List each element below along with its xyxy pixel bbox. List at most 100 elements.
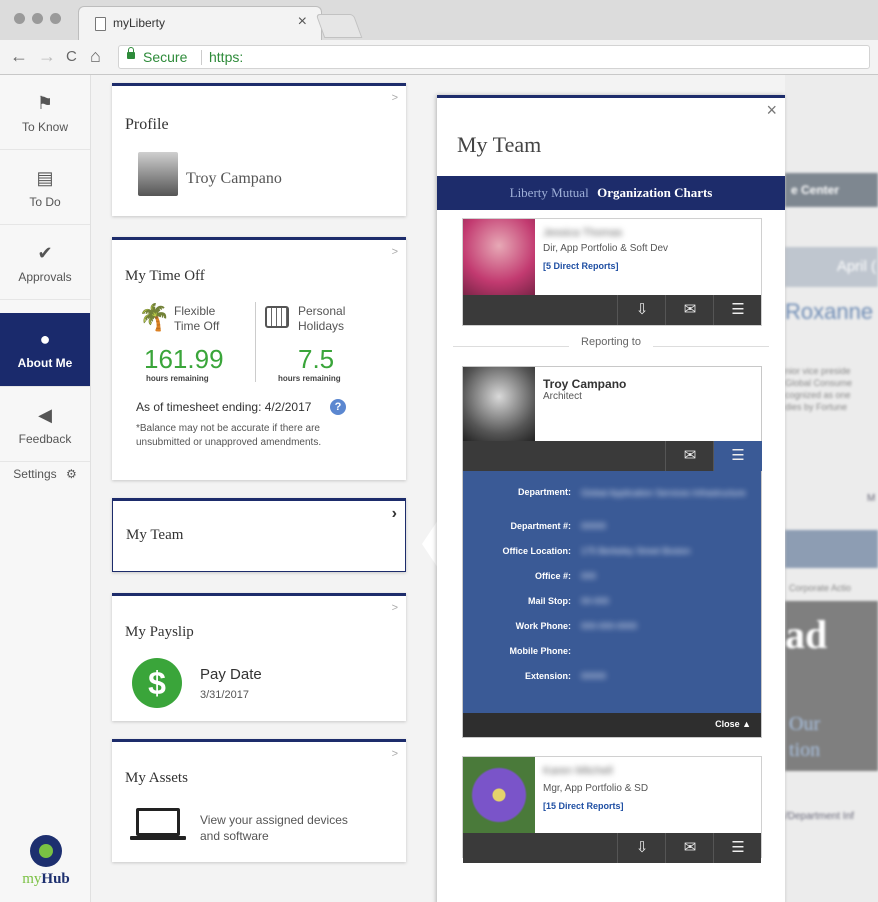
sidebar-item-to-do[interactable]: ▤ To Do (0, 150, 90, 225)
reload-icon[interactable]: C (66, 48, 77, 65)
close-details-button[interactable]: Close ▲ (715, 719, 751, 729)
url-field[interactable]: Secure https: (118, 45, 870, 69)
bg-corporate: Corporate Actio (789, 583, 852, 593)
bg-resource-center: e Center (785, 173, 878, 207)
settings-label: Settings (13, 467, 57, 481)
flexible-label: Flexible Time Off (174, 304, 220, 333)
card-title: Profile (125, 116, 169, 133)
card-title: My Team (126, 527, 184, 543)
detail-label: Department #: (510, 521, 571, 531)
sidebar-item-about-me[interactable]: ● About Me (0, 313, 90, 387)
contact-card-icon[interactable]: ☰ (713, 441, 762, 471)
url-divider (201, 50, 202, 65)
bg-dept-info: /Department Inf (785, 811, 854, 822)
assets-card[interactable]: > My Assets View your assigned devices an… (112, 739, 406, 862)
background-page: e Center April ( Roxanne nior vice presi… (785, 75, 878, 902)
report-photo (463, 757, 535, 833)
manager-role: Dir, App Portfolio & Soft Dev (543, 243, 669, 254)
download-icon[interactable]: ⇩ (617, 833, 666, 863)
mail-icon[interactable]: ✉ (665, 441, 714, 471)
clipboard-icon: ▤ (36, 168, 54, 188)
banner-right: Organization Charts (597, 185, 713, 200)
time-off-card[interactable]: > My Time Off 🌴 Flexible Time Off 161.99 … (112, 237, 406, 480)
card-title: My Time Off (125, 268, 205, 284)
details-footer: Close ▲ (463, 713, 761, 737)
profile-name: Troy Campano (186, 170, 282, 187)
detail-value: 000-000-0000 (581, 621, 638, 631)
card-title: My Payslip (125, 624, 194, 640)
window-minimize-dot[interactable] (32, 13, 43, 24)
palm-tree-icon: 🌴 (138, 302, 171, 332)
page-area: ⚑ To Know ▤ To Do ✔ Approvals ● About Me… (0, 75, 878, 902)
details-panel: Department: Global Application Services … (463, 471, 761, 713)
detail-value: 00-000 (581, 596, 610, 606)
sidebar-item-label: Approvals (18, 270, 72, 284)
self-action-bar: ✉ ☰ (463, 441, 762, 471)
sidebar-item-to-know[interactable]: ⚑ To Know (0, 75, 90, 150)
sidebar-item-label: Feedback (18, 432, 72, 446)
manager-reports-link[interactable]: [5 Direct Reports] (543, 261, 619, 271)
help-icon[interactable]: ? (330, 399, 346, 415)
detail-label: Office Location: (502, 546, 571, 556)
my-team-card[interactable]: › My Team (112, 498, 406, 572)
new-tab-button[interactable] (315, 14, 363, 38)
home-icon[interactable]: ⌂ (90, 46, 101, 67)
manager-action-bar: ⇩ ✉ ☰ (463, 295, 761, 325)
report-role: Mgr, App Portfolio & SD (543, 783, 649, 794)
download-icon[interactable]: ⇩ (617, 295, 666, 325)
pay-date-value: 3/31/2017 (200, 689, 249, 701)
close-icon[interactable]: × (766, 100, 777, 121)
personal-value: 7.5 (298, 344, 335, 374)
chevron-right-icon: > (391, 602, 398, 614)
bg-our: Our (789, 713, 821, 735)
personal-label: Personal Holidays (298, 304, 346, 333)
sidebar-item-label: To Know (21, 120, 69, 134)
self-photo (463, 367, 535, 441)
panel-title: My Team (457, 132, 542, 157)
dollar-icon: $ (132, 658, 182, 708)
manager-photo (463, 219, 535, 295)
detail-row: Mail Stop: 00-000 (463, 596, 761, 621)
detail-value: 00000 (581, 671, 607, 681)
banner-left: Liberty Mutual (509, 185, 589, 200)
browser-tab[interactable]: myLiberty × (78, 6, 322, 40)
check-circle-icon: ✔ (37, 243, 53, 263)
contact-card-icon[interactable]: ☰ (713, 295, 762, 325)
sidebar-item-feedback[interactable]: ◀ Feedback (0, 387, 90, 462)
self-card[interactable]: Troy Campano Architect ✉ ☰ Department: G… (462, 366, 762, 738)
sidebar-item-approvals[interactable]: ✔ Approvals (0, 225, 90, 300)
payslip-card[interactable]: > My Payslip $ Pay Date 3/31/2017 (112, 593, 406, 721)
manager-card[interactable]: Jessica Thomas Dir, App Portfolio & Soft… (462, 218, 762, 326)
chevron-right-icon: > (391, 246, 398, 258)
flexible-value: 161.99 (144, 344, 224, 374)
mail-icon[interactable]: ✉ (665, 833, 714, 863)
profile-card[interactable]: > Profile Troy Campano (112, 83, 406, 216)
detail-value: Global Application Services Infrastructu… (581, 488, 746, 498)
forward-icon[interactable]: → (38, 46, 56, 67)
secure-label: Secure (143, 49, 188, 65)
bg-ad-image: ad Our tion (785, 601, 878, 771)
org-chart-banner[interactable]: Liberty Mutual Organization Charts (437, 176, 785, 210)
pay-date-label: Pay Date (200, 666, 262, 683)
manager-name: Jessica Thomas (543, 227, 623, 239)
window-close-dot[interactable] (14, 13, 25, 24)
logo-my: my (22, 871, 42, 887)
chevron-right-icon: › (391, 505, 397, 522)
back-icon[interactable]: ← (10, 46, 28, 67)
detail-label: Work Phone: (515, 621, 571, 631)
bg-more: M (867, 493, 876, 504)
mail-icon[interactable]: ✉ (665, 295, 714, 325)
divider (255, 302, 256, 382)
report-card[interactable]: Karen Mitchell Mgr, App Portfolio & SD [… (462, 756, 762, 863)
detail-label: Office #: (534, 571, 571, 581)
tab-close-icon[interactable]: × (298, 13, 307, 31)
sidebar: ⚑ To Know ▤ To Do ✔ Approvals ● About Me… (0, 75, 91, 902)
bg-name: Roxanne (785, 299, 874, 324)
report-reports-link[interactable]: [15 Direct Reports] (543, 801, 624, 811)
bg-snippet: nior vice preside Global Consume cognized … (785, 366, 853, 412)
window-maximize-dot[interactable] (50, 13, 61, 24)
bg-april: April ( (785, 247, 878, 287)
detail-row: Work Phone: 000-000-0000 (463, 621, 761, 646)
sidebar-item-settings[interactable]: Settings ⚙ (0, 467, 90, 497)
contact-card-icon[interactable]: ☰ (713, 833, 762, 863)
